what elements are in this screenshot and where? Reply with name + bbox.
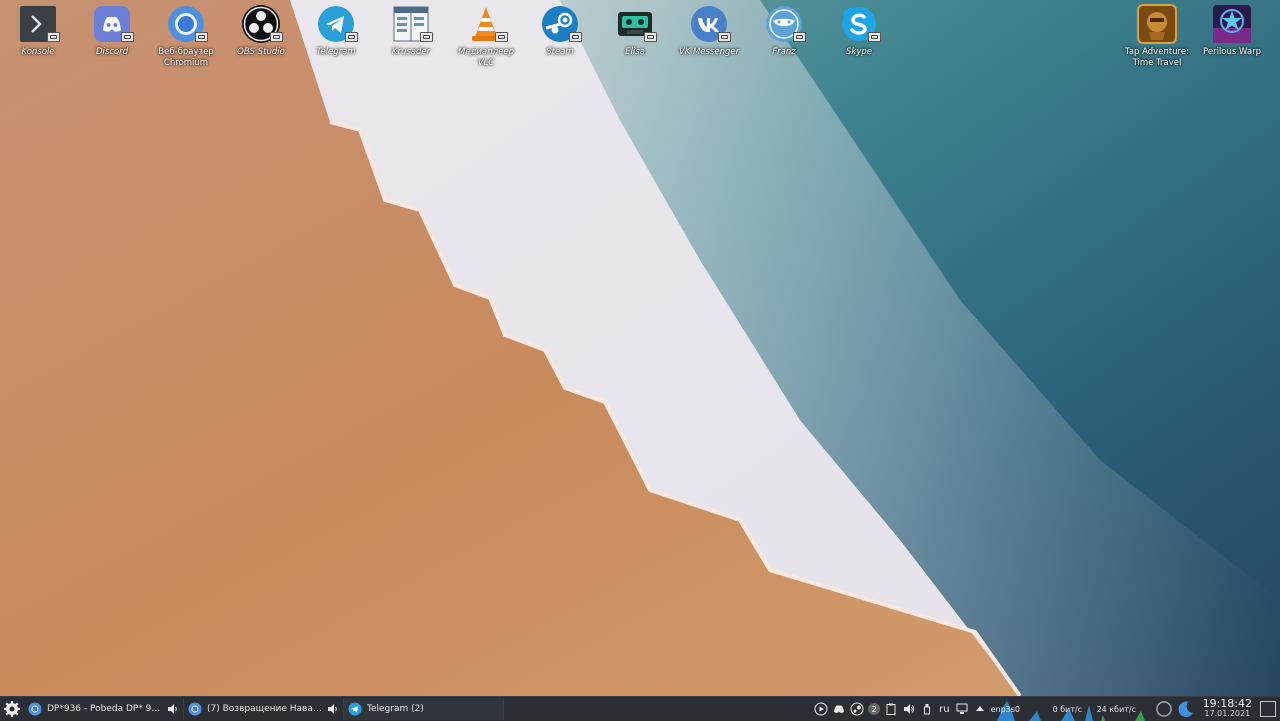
perilous-warp-icon xyxy=(1213,5,1251,43)
keyboard-layout-indicator[interactable]: ru xyxy=(939,704,949,715)
task-title: Telegram (2) xyxy=(367,704,424,714)
net-down-speed: 0 бит/с xyxy=(1052,704,1083,714)
icon-label: Tap Adventure: Time Travel xyxy=(1125,47,1189,69)
show-desktop-button[interactable] xyxy=(1260,701,1276,717)
clipboard-icon[interactable] xyxy=(884,702,898,716)
digital-clock[interactable]: 19:18:42 17.01.2021 xyxy=(1202,697,1252,719)
icon-label: Медиаплеер VLC xyxy=(458,47,514,69)
icon-label: Telegram xyxy=(316,47,356,57)
audio-playing-icon[interactable] xyxy=(327,703,339,715)
icon-label: Franz xyxy=(772,47,796,57)
audio-playing-icon[interactable] xyxy=(167,703,179,715)
icon-label: Konsole xyxy=(21,47,55,57)
discord-tray-icon[interactable] xyxy=(832,702,846,716)
icon-label-line1: Tap Adventure: xyxy=(1125,47,1189,57)
task-chromium-2[interactable]: (7) Возвращение Навальног... xyxy=(184,698,344,720)
desktop-icon-tap-adventure[interactable]: Tap Adventure: Time Travel xyxy=(1120,4,1194,69)
desktop: Konsole Discord Веб-браузер Chromium OBS… xyxy=(0,0,1280,696)
task-telegram[interactable]: Telegram (2) xyxy=(344,698,504,720)
chromium-icon xyxy=(188,702,202,716)
network-interface-name: enp3s0 xyxy=(990,704,1021,714)
usb-device-icon[interactable] xyxy=(920,702,934,716)
desktop-icon-elisa[interactable]: Elisa xyxy=(598,4,672,58)
icon-label: Discord xyxy=(95,47,129,57)
network-monitor-download[interactable]: 0 бит/с xyxy=(1050,697,1095,721)
desktop-icon-steam[interactable]: Steam xyxy=(523,4,597,58)
desktop-icon-vlc[interactable]: Медиаплеер VLC xyxy=(449,4,523,69)
sync-circle-icon[interactable] xyxy=(1155,700,1173,718)
desktop-icon-franz[interactable]: Franz xyxy=(747,4,821,58)
icon-label: Skype xyxy=(846,47,872,57)
icon-label-line1: Медиаплеер xyxy=(457,47,515,57)
desktop-icon-konsole[interactable]: Konsole xyxy=(1,4,75,58)
icon-label: Steam xyxy=(546,47,574,57)
desktop-icon-vk-messenger[interactable]: VK Messenger xyxy=(672,4,746,58)
network-monitor-upload[interactable]: 24 кбит/с xyxy=(1094,697,1153,721)
desktop-icon-skype[interactable]: Skype xyxy=(822,4,896,58)
media-player-icon[interactable] xyxy=(814,702,828,716)
icon-label-line2: VLC xyxy=(477,58,495,68)
desktop-icon-discord[interactable]: Discord xyxy=(75,4,149,58)
icon-label: Elisa xyxy=(625,47,645,57)
task-chromium-1[interactable]: DP*936 - Pobeda DP* 936 Fli... xyxy=(24,698,184,720)
desktop-icon-krusader[interactable]: Krusader xyxy=(374,4,448,58)
notifications-badge[interactable]: 2 xyxy=(868,703,881,715)
expand-tray-arrow-icon[interactable] xyxy=(973,702,987,716)
taskbar: DP*936 - Pobeda DP* 936 Fli... (7) Возвр… xyxy=(0,696,1280,721)
clock-time: 19:18:42 xyxy=(1202,697,1252,710)
volume-icon[interactable] xyxy=(902,702,916,716)
network-monitor-interface[interactable]: enp3s0 xyxy=(988,697,1051,721)
desktop-icon-telegram[interactable]: Telegram xyxy=(299,4,373,58)
desktop-icon-perilous-warp[interactable]: Perilous Warp xyxy=(1195,4,1269,58)
night-color-icon[interactable] xyxy=(1177,700,1195,718)
net-up-speed: 24 кбит/с xyxy=(1096,704,1137,714)
icon-label: Krusader xyxy=(391,47,431,57)
task-title: (7) Возвращение Навальног... xyxy=(207,704,322,714)
task-title: DP*936 - Pobeda DP* 936 Fli... xyxy=(47,704,162,714)
desktop-icon-obs[interactable]: OBS Studio xyxy=(224,4,298,58)
steam-tray-icon[interactable] xyxy=(850,702,864,716)
system-tray: 2 ru enp3s0 0 бит/с 24 кбит/с 19:18:42 1… xyxy=(812,697,1280,721)
icon-label: OBS Studio xyxy=(237,47,285,57)
clock-date: 17.01.2021 xyxy=(1204,709,1251,718)
icon-label-line1: Веб-браузер xyxy=(158,47,214,57)
tap-adventure-icon xyxy=(1137,4,1177,44)
icon-label: Perilous Warp xyxy=(1203,47,1261,57)
network-wired-icon[interactable] xyxy=(955,702,969,716)
icon-label: Веб-браузер Chromium xyxy=(158,47,213,69)
icon-label-line2: Time Travel xyxy=(1132,58,1182,68)
telegram-icon xyxy=(348,702,362,716)
launcher-gear-icon xyxy=(4,701,20,717)
chromium-icon xyxy=(28,702,42,716)
icon-label-line2: Chromium xyxy=(163,58,209,68)
icon-label: VK Messenger xyxy=(678,47,740,57)
desktop-icon-chromium[interactable]: Веб-браузер Chromium xyxy=(149,4,223,69)
application-launcher[interactable] xyxy=(0,697,24,721)
